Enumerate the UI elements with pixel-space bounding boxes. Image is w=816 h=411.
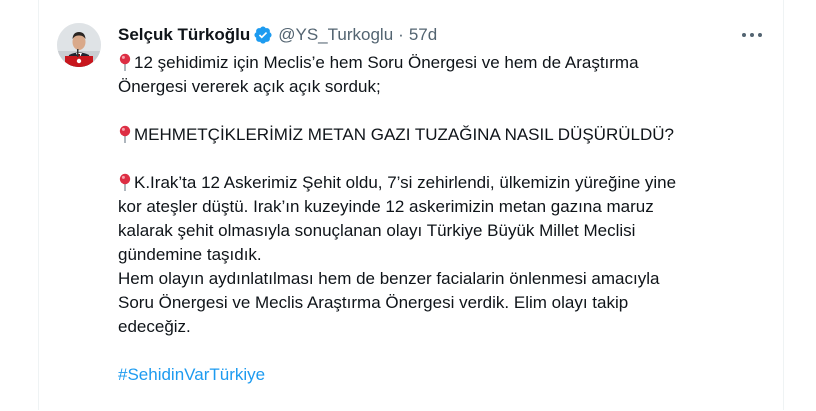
author-handle[interactable]: @YS_Turkoglu — [278, 23, 393, 47]
paragraph-2: MEHMETÇİKLERİMİZ METAN GAZI TUZAĞINA NAS… — [118, 123, 758, 147]
paragraph-3-line-3: kalarak şehit olmasıyla sonuçlanan olayı… — [118, 221, 636, 240]
avatar-image — [57, 23, 101, 67]
paragraph-3-line-1: K.Irak’ta 12 Askerimiz Şehit oldu, 7’si … — [134, 173, 677, 192]
paragraph-3-line-5: Hem olayın aydınlatılması hem de benzer … — [118, 269, 660, 288]
text-line: MEHMETÇİKLERİMİZ METAN GAZI TUZAĞINA NAS… — [118, 123, 758, 147]
round-pushpin-icon — [118, 125, 132, 143]
paragraph-3: K.Irak’ta 12 Askerimiz Şehit oldu, 7’si … — [118, 171, 758, 339]
paragraph-1-line-2: Önergesi vererek açık açık sorduk; — [118, 77, 381, 96]
paragraph-3-line-6: Soru Önergesi ve Meclis Araştırma Önerge… — [118, 293, 629, 312]
round-pushpin-icon — [118, 173, 132, 191]
separator-dot: · — [398, 25, 404, 44]
paragraph-1: 12 şehidimiz için Meclis’e hem Soru Öner… — [118, 51, 758, 99]
paragraph-2-line-1: MEHMETÇİKLERİMİZ METAN GAZI TUZAĞINA NAS… — [134, 125, 674, 144]
paragraph-3-line-7: edeceğiz. — [118, 317, 191, 336]
hashtag-link[interactable]: #SehidinVarTürkiye — [118, 365, 265, 384]
more-options-button[interactable] — [738, 24, 766, 46]
text-line: K.Irak’ta 12 Askerimiz Şehit oldu, 7’si … — [118, 171, 758, 195]
display-name[interactable]: Selçuk Türkoğlu — [118, 23, 250, 47]
paragraph-3-line-2: kor ateşler düştü. Irak’ın kuzeyinde 12 … — [118, 197, 654, 216]
paragraph-1-line-1: 12 şehidimiz için Meclis’e hem Soru Öner… — [134, 53, 639, 72]
round-pushpin-icon — [118, 53, 132, 71]
timestamp[interactable]: 57d — [409, 23, 437, 47]
hashtag-paragraph: #SehidinVarTürkiye — [118, 363, 758, 387]
text-line: 12 şehidimiz için Meclis’e hem Soru Öner… — [118, 51, 758, 75]
tweet-text: 12 şehidimiz için Meclis’e hem Soru Öner… — [118, 51, 758, 411]
paragraph-3-line-4: gündemine taşıdık. — [118, 245, 262, 264]
tweet-header: Selçuk Türkoğlu @YS_Turkoglu · 57d — [118, 23, 437, 47]
more-horizontal-icon — [742, 33, 762, 37]
avatar[interactable] — [57, 23, 101, 67]
verified-badge-icon — [253, 25, 273, 45]
